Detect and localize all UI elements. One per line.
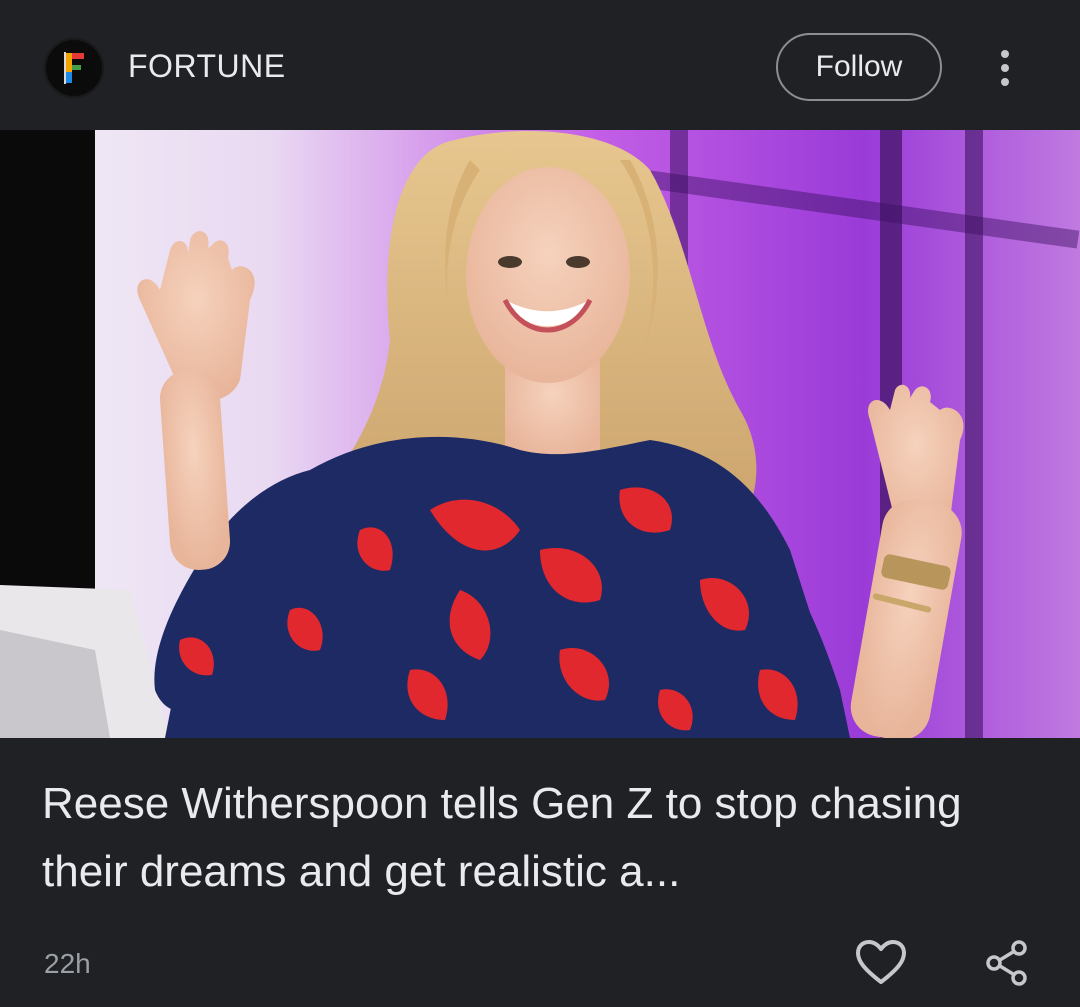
follow-button[interactable]: Follow [776, 33, 942, 101]
card-header: FORTUNE Follow [0, 0, 1080, 130]
heart-icon [856, 940, 906, 984]
publish-time: 22h [44, 948, 91, 979]
share-icon [986, 940, 1027, 986]
publisher-logo[interactable] [44, 38, 104, 98]
hero-image[interactable] [0, 130, 1080, 738]
article-card[interactable]: FORTUNE Follow Reese Witherspoon tells G… [0, 0, 1080, 1007]
publisher-name[interactable]: FORTUNE [128, 48, 286, 85]
like-button[interactable] [854, 938, 908, 988]
hero-photo [0, 130, 1080, 738]
article-title[interactable]: Reese Witherspoon tells Gen Z to stop ch… [42, 770, 1052, 906]
fortune-logo-icon [64, 52, 84, 84]
more-options-button[interactable] [985, 45, 1025, 91]
share-button[interactable] [982, 938, 1032, 988]
more-vertical-icon [1001, 50, 1009, 86]
